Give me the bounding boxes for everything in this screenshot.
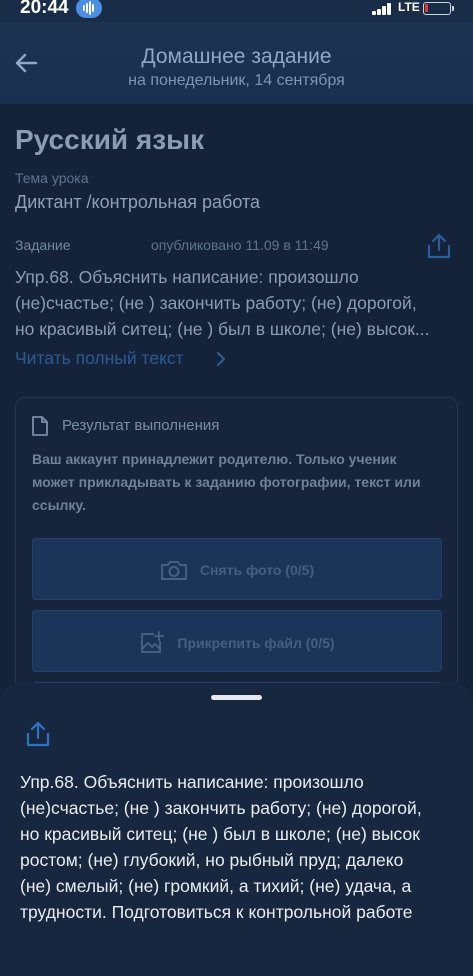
- full-text-line: (не)счастье; (не ) закончить работу; (не…: [20, 798, 422, 818]
- chevron-right-icon[interactable]: [214, 350, 228, 368]
- task-preview-line: но красивый ситец; (не ) был в школе; (н…: [15, 319, 430, 339]
- screen: 20:44 LTE Домашнее задание на понедельни…: [0, 0, 473, 976]
- sheet-drag-handle[interactable]: [211, 695, 262, 700]
- task-preview-line: (не)счастье; (не ) закончить работу; (не…: [15, 293, 417, 313]
- network-label: LTE: [398, 0, 420, 14]
- full-text-bottom-sheet: Упр.68. Объяснить написание: произошло (…: [0, 683, 473, 976]
- full-text-line: Упр.68. Объяснить написание: произошло: [20, 772, 364, 792]
- document-icon: [32, 416, 48, 436]
- attach-file-button[interactable]: Прикрепить файл (0/5): [32, 610, 442, 672]
- published-date: опубликовано 11.09 в 11:49: [151, 237, 329, 253]
- result-card-title: Результат выполнения: [62, 417, 220, 434]
- share-icon[interactable]: [426, 232, 452, 260]
- battery-icon: [423, 2, 454, 15]
- page-title: Домашнее задание: [141, 45, 332, 68]
- read-full-text-link[interactable]: Читать полный текст: [15, 348, 184, 369]
- share-icon[interactable]: [25, 720, 51, 748]
- full-text-line: (не) смелый; (не) громкий, а тихий; (не)…: [20, 876, 412, 896]
- page-subtitle: на понедельник, 14 сентября: [128, 72, 345, 89]
- task-label: Задание: [15, 237, 71, 253]
- result-card: Результат выполнения Ваш аккаунт принадл…: [15, 397, 458, 744]
- full-text-line: ростом; (не) глубокий, но рыбный пруд; д…: [20, 850, 404, 870]
- full-text-line: но красивый ситец; (не ) был в школе; (н…: [20, 824, 420, 844]
- take-photo-button[interactable]: Снять фото (0/5): [32, 538, 442, 600]
- full-task-text: Упр.68. Объяснить написание: произошло (…: [20, 769, 465, 925]
- audio-app-icon: [76, 0, 102, 18]
- topic-label: Тема урока: [15, 170, 89, 186]
- parent-account-notice: Ваш аккаунт принадлежит родителю. Только…: [32, 451, 421, 513]
- take-photo-label: Снять фото (0/5): [199, 562, 315, 578]
- task-preview-line: Упр.68. Объяснить написание: произошло: [15, 267, 359, 287]
- app-bar: Домашнее задание на понедельник, 14 сент…: [0, 22, 473, 104]
- task-preview: Упр.68. Объяснить написание: произошло (…: [15, 264, 455, 342]
- image-attach-icon: [141, 631, 165, 653]
- signal-icon: [372, 3, 396, 15]
- full-text-line: трудности. Подготовиться к контрольной р…: [20, 902, 413, 922]
- camera-icon: [160, 561, 187, 580]
- subject-title: Русский язык: [15, 124, 205, 155]
- status-time: 20:44: [20, 0, 69, 18]
- topic-value: Диктант /контрольная работа: [15, 192, 261, 212]
- attach-file-label: Прикрепить файл (0/5): [177, 635, 335, 651]
- status-bar: 20:44 LTE: [0, 0, 473, 22]
